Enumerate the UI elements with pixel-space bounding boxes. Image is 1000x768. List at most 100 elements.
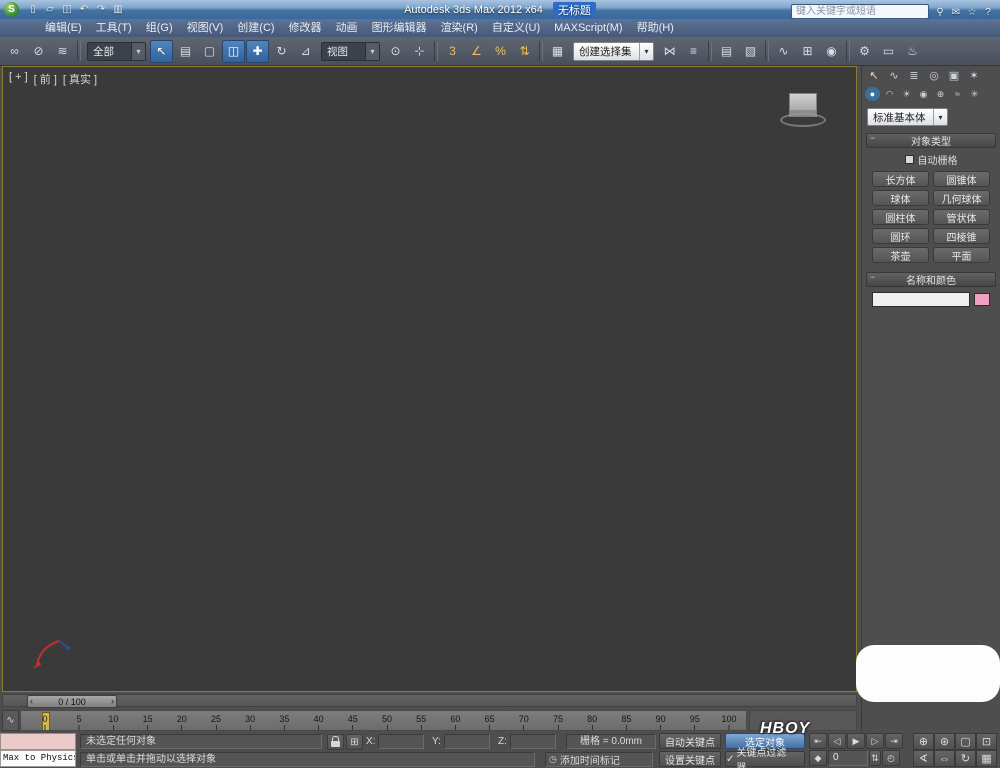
menu-help[interactable]: 帮助(H) [630, 19, 681, 37]
maximize-viewport-toggle-icon[interactable]: ▦ [976, 750, 997, 767]
viewcube-ring-icon[interactable] [780, 113, 826, 127]
set-key-button[interactable]: 设置关键点 [659, 751, 721, 767]
menu-graph-editors[interactable]: 图形编辑器 [365, 19, 434, 37]
tab-modify-icon[interactable]: ∿ [886, 68, 902, 83]
menu-group[interactable]: 组(G) [139, 19, 180, 37]
geosphere-button[interactable]: 几何球体 [933, 190, 990, 206]
menu-rendering[interactable]: 渲染(R) [434, 19, 485, 37]
zoom-extents-icon[interactable]: ▢ [955, 733, 976, 750]
render-setup-icon[interactable]: ⚙ [853, 40, 876, 63]
selection-filter-dropdown[interactable]: 全部 ▾ [87, 42, 146, 61]
spinner-snap-icon[interactable]: ⇅ [513, 40, 536, 63]
named-selection-sets-dropdown[interactable]: 创建选择集 ▾ [573, 42, 654, 61]
x-coordinate-field[interactable] [378, 734, 424, 749]
menu-animation[interactable]: 动画 [329, 19, 365, 37]
select-and-scale-icon[interactable]: ⊿ [294, 40, 317, 63]
select-and-manipulate-icon[interactable]: ⊹ [408, 40, 431, 63]
angle-snap-icon[interactable]: ∠ [465, 40, 488, 63]
window-crossing-icon[interactable]: ◫ [222, 40, 245, 63]
reference-coordinate-dropdown[interactable]: 视图 ▾ [321, 42, 380, 61]
time-configuration-button[interactable]: ◴ [882, 750, 900, 766]
category-lights-icon[interactable]: ☀ [899, 87, 914, 101]
pan-view-icon[interactable]: ⇔ [934, 750, 955, 767]
select-and-rotate-icon[interactable]: ↻ [270, 40, 293, 63]
use-pivot-center-icon[interactable]: ⊙ [384, 40, 407, 63]
render-production-icon[interactable]: ♨ [901, 40, 924, 63]
schematic-view-icon[interactable]: ⊞ [796, 40, 819, 63]
zoom-extents-all-icon[interactable]: ⊡ [976, 733, 997, 750]
tab-create-icon[interactable]: ↖ [866, 68, 882, 83]
menu-views[interactable]: 视图(V) [180, 19, 231, 37]
tube-button[interactable]: 管状体 [933, 209, 990, 225]
snap-toggle-3d-icon[interactable]: 3 [441, 40, 464, 63]
percent-snap-icon[interactable]: % [489, 40, 512, 63]
curve-editor-icon[interactable]: ∿ [772, 40, 795, 63]
torus-button[interactable]: 圆环 [872, 228, 929, 244]
viewport-shading-menu[interactable]: [ 真实 ] [63, 71, 97, 87]
frame-spinner[interactable]: ⇅ [869, 750, 881, 766]
open-mini-curve-editor-button[interactable]: ∿ [2, 710, 19, 731]
autogrid-checkbox[interactable] [905, 155, 914, 164]
selection-lock-toggle[interactable] [327, 734, 344, 750]
viewcube[interactable] [780, 93, 826, 137]
y-coordinate-field[interactable] [444, 734, 490, 749]
menu-tools[interactable]: 工具(T) [89, 19, 139, 37]
rendered-frame-window-icon[interactable]: ▭ [877, 40, 900, 63]
category-space-warps-icon[interactable]: ≈ [950, 87, 965, 101]
undo-icon[interactable]: ↶ [76, 2, 92, 17]
edit-named-selection-sets-icon[interactable]: ▦ [546, 40, 569, 63]
category-helpers-icon[interactable]: ⊕ [933, 87, 948, 101]
next-frame-arrow-icon[interactable]: › [111, 697, 114, 706]
orbit-icon[interactable]: ↻ [955, 750, 976, 767]
object-color-swatch[interactable] [974, 293, 990, 306]
key-mode-toggle[interactable]: ◆ [809, 750, 827, 766]
communication-center-icon[interactable]: ✉ [948, 5, 964, 20]
previous-frame-arrow-icon[interactable]: ‹ [30, 697, 33, 706]
cylinder-button[interactable]: 圆柱体 [872, 209, 929, 225]
current-frame-field[interactable]: 0 [828, 750, 868, 766]
bind-to-space-warp-icon[interactable]: ≋ [51, 40, 74, 63]
zoom-all-icon[interactable]: ⊛ [934, 733, 955, 750]
time-slider-thumb[interactable]: ‹ 0 / 100 › [27, 695, 117, 708]
go-to-end-button[interactable]: ⇥ [885, 733, 903, 749]
category-geometry-icon[interactable]: ● [865, 87, 880, 101]
sphere-button[interactable]: 球体 [872, 190, 929, 206]
box-button[interactable]: 长方体 [872, 171, 929, 187]
category-cameras-icon[interactable]: ◉ [916, 87, 931, 101]
time-slider-track[interactable]: ‹ 0 / 100 › [2, 694, 857, 707]
search-icon[interactable]: ⚲ [932, 5, 948, 20]
track-bar[interactable]: 0510152025303540455055606570758085909510… [20, 710, 747, 731]
open-file-icon[interactable]: ▱ [42, 2, 58, 17]
zoom-region-icon[interactable]: ∢ [913, 750, 934, 767]
z-coordinate-field[interactable] [510, 734, 556, 749]
macro-recorder-field[interactable] [0, 733, 76, 750]
teapot-button[interactable]: 茶壶 [872, 247, 929, 263]
viewport-front[interactable]: [ + ][ 前 ][ 真实 ] [2, 66, 857, 692]
menu-customize[interactable]: 自定义(U) [485, 19, 547, 37]
infocenter-search-input[interactable] [791, 4, 929, 19]
menu-modifiers[interactable]: 修改器 [282, 19, 329, 37]
maxscript-mini-listener[interactable]: Max to Physics ( [0, 750, 76, 767]
tab-display-icon[interactable]: ▣ [946, 68, 962, 83]
plane-button[interactable]: 平面 [933, 247, 990, 263]
select-by-name-icon[interactable]: ▤ [174, 40, 197, 63]
unlink-selection-icon[interactable]: ⊘ [27, 40, 50, 63]
mirror-icon[interactable]: ⋈ [658, 40, 681, 63]
select-object-icon[interactable]: ↖ [150, 40, 173, 63]
align-icon[interactable]: ≡ [682, 40, 705, 63]
project-folder-icon[interactable]: ▥ [110, 2, 126, 17]
redo-icon[interactable]: ↷ [93, 2, 109, 17]
favorites-icon[interactable]: ☆ [964, 5, 980, 20]
next-frame-button[interactable]: ▷ [866, 733, 884, 749]
cone-button[interactable]: 圆锥体 [933, 171, 990, 187]
select-and-link-icon[interactable]: ∞ [3, 40, 26, 63]
save-file-icon[interactable]: ◫ [59, 2, 75, 17]
new-scene-icon[interactable]: ▯ [25, 2, 41, 17]
layer-manager-icon[interactable]: ▤ [715, 40, 738, 63]
help-icon[interactable]: ? [980, 5, 996, 20]
object-name-input[interactable] [872, 292, 970, 307]
previous-frame-button[interactable]: ◁ [828, 733, 846, 749]
add-time-tag-button[interactable]: ◷ 添加时间标记 [545, 752, 653, 767]
zoom-icon[interactable]: ⊕ [913, 733, 934, 750]
menu-maxscript[interactable]: MAXScript(M) [547, 19, 629, 37]
